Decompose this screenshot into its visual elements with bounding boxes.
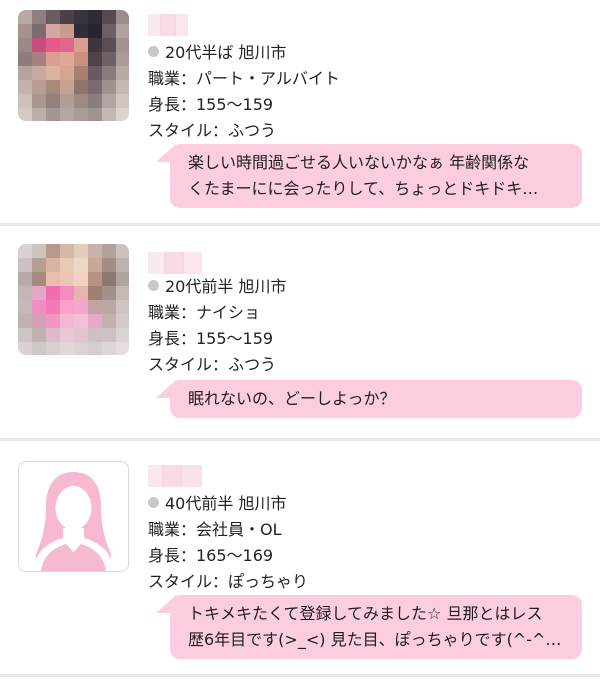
nickname-redacted <box>148 465 210 487</box>
message-bubble[interactable]: 楽しい時間過ごせる人いないかなぁ 年齢関係な くたまーにに会ったりして、ちょっと… <box>156 144 582 208</box>
age-area: 40代前半 旭川市 <box>165 494 287 513</box>
nickname-redacted <box>148 252 208 274</box>
message-line: 楽しい時間過ごせる人いないかなぁ 年齢関係な <box>188 153 530 172</box>
profile-card[interactable]: 20代前半 旭川市 職業：ナイショ 身長：155〜159 スタイル：ふつう 眠れ… <box>0 226 600 438</box>
blurred-photo <box>18 10 129 121</box>
divider <box>0 674 600 677</box>
blurred-photo <box>18 244 129 355</box>
message-bubble[interactable]: 眠れないの、どーしよっか？ <box>156 380 582 418</box>
job: 職業：パート・アルバイト <box>148 69 340 88</box>
profile-info: 20代半ば 旭川市 職業：パート・アルバイト 身長：155〜159 スタイル：ふ… <box>148 40 340 144</box>
message-line: トキメキたくて登録してみました☆ 旦那とはレス <box>188 604 543 623</box>
message-line: 眠れないの、どーしよっか？ <box>188 389 396 408</box>
job: 職業：ナイショ <box>148 303 261 322</box>
message-line: 歴6年目です(>_<) 見た目、ぽっちゃりです(^-^… <box>188 630 562 649</box>
profile-list: 20代半ば 旭川市 職業：パート・アルバイト 身長：155〜159 スタイル：ふ… <box>0 0 600 679</box>
height: 身長：155〜159 <box>148 95 274 114</box>
profile-info: 20代前半 旭川市 職業：ナイショ 身長：155〜159 スタイル：ふつう <box>148 274 286 378</box>
age-area-row: 40代前半 旭川市 <box>148 491 308 517</box>
profile-card[interactable]: 20代半ば 旭川市 職業：パート・アルバイト 身長：155〜159 スタイル：ふ… <box>0 0 600 224</box>
body-style: スタイル：ぽっちゃり <box>148 572 309 591</box>
nickname-redacted <box>148 14 192 36</box>
message-line: くたまーにに会ったりして、ちょっとドキドキ… <box>188 179 539 198</box>
body-style: スタイル：ふつう <box>148 355 277 374</box>
avatar[interactable] <box>18 244 129 355</box>
message-bubble[interactable]: トキメキたくて登録してみました☆ 旦那とはレス 歴6年目です(>_<) 見た目、… <box>156 595 582 659</box>
profile-info: 40代前半 旭川市 職業：会社員・OL 身長：165〜169 スタイル：ぽっちゃ… <box>148 491 308 595</box>
age-area: 20代半ば 旭川市 <box>165 43 287 62</box>
female-silhouette-icon <box>36 472 111 571</box>
job: 職業：会社員・OL <box>148 520 282 539</box>
profile-card[interactable]: 40代前半 旭川市 職業：会社員・OL 身長：165〜169 スタイル：ぽっちゃ… <box>0 441 600 679</box>
age-area-row: 20代半ば 旭川市 <box>148 40 340 66</box>
height: 身長：155〜159 <box>148 329 274 348</box>
age-area-row: 20代前半 旭川市 <box>148 274 286 300</box>
height: 身長：165〜169 <box>148 546 274 565</box>
age-area: 20代前半 旭川市 <box>165 277 287 296</box>
status-dot <box>148 497 159 508</box>
status-dot <box>148 280 159 291</box>
avatar[interactable] <box>18 10 129 121</box>
avatar[interactable] <box>18 461 129 572</box>
body-style: スタイル：ふつう <box>148 121 277 140</box>
status-dot <box>148 46 159 57</box>
